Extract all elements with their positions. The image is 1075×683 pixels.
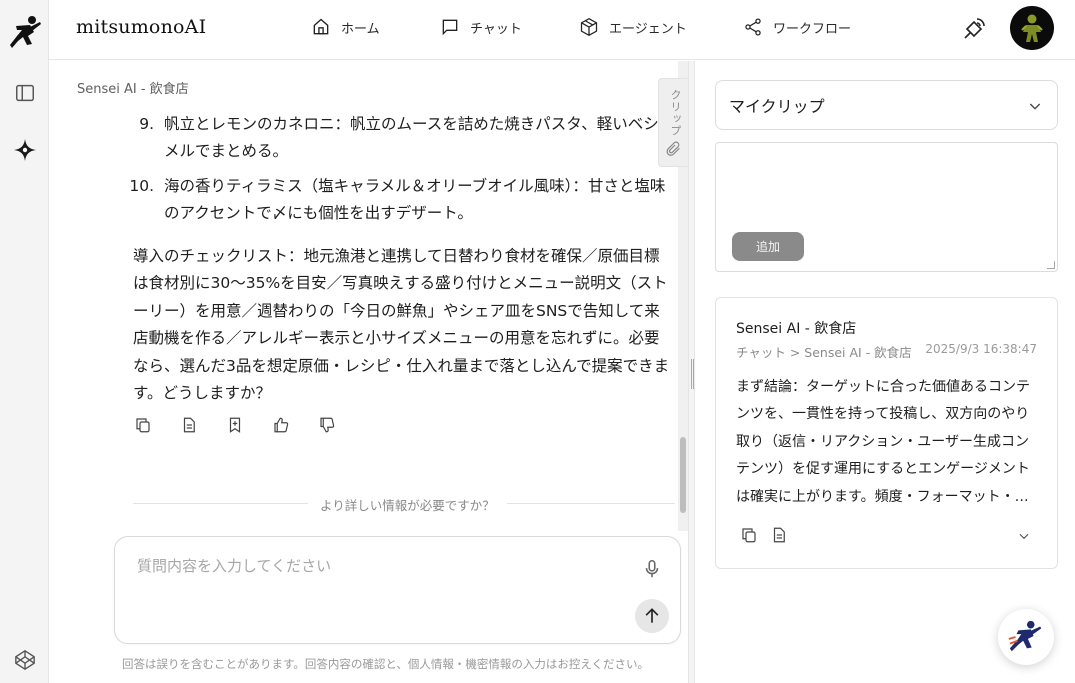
home-icon xyxy=(313,18,329,35)
nav-workflow[interactable]: ワークフロー xyxy=(743,17,851,37)
note-box: 追加 xyxy=(715,142,1058,272)
message-input-box xyxy=(114,536,681,644)
nav-workflow-label: ワークフロー xyxy=(773,21,852,37)
runner-logo-icon[interactable] xyxy=(8,14,42,52)
copy-icon[interactable] xyxy=(740,526,758,544)
clip-card-title: Sensei AI - 飲食店 xyxy=(736,321,857,337)
nav-chat-label: チャット xyxy=(470,21,522,37)
clip-select[interactable]: マイクリップ xyxy=(715,80,1058,130)
clip-panel: マイクリップ 追加 Sensei AI - 飲食店 チャット > Sensei … xyxy=(695,61,1075,683)
paperclip-icon xyxy=(666,141,682,157)
breadcrumb: Sensei AI - 飲食店 xyxy=(77,82,189,97)
left-rail xyxy=(0,0,49,683)
arrow-up-icon xyxy=(645,608,659,623)
chat-area: Sensei AI - 飲食店 9. 帆立とレモンのカネロニ：帆立のムースを詰め… xyxy=(50,61,688,683)
splitter-grip[interactable] xyxy=(691,359,692,389)
sidebar-toggle-icon[interactable] xyxy=(12,80,38,106)
thumbs-up-icon[interactable] xyxy=(272,416,290,434)
list-item: 10. 海の香りティラミス（塩キャラメル＆オリーブオイル風味）：甘さと塩味のアク… xyxy=(128,173,676,227)
add-button[interactable]: 追加 xyxy=(732,232,804,261)
clip-card: Sensei AI - 飲食店 チャット > Sensei AI - 飲食店 2… xyxy=(715,297,1058,569)
answer-list: 9. 帆立とレモンのカネロニ：帆立のムースを詰めた焼きパスタ、軽いベシャメルでま… xyxy=(128,111,676,235)
avatar[interactable] xyxy=(1010,6,1054,50)
nav-agent-label: エージェント xyxy=(609,21,687,37)
satellite-signal-icon[interactable] xyxy=(961,16,987,42)
share-nodes-icon xyxy=(745,18,761,36)
chevron-down-icon[interactable] xyxy=(1017,528,1031,542)
panel-splitter[interactable] xyxy=(688,61,695,683)
sparkle-icon[interactable] xyxy=(12,137,38,163)
chevron-down-icon xyxy=(1027,98,1043,114)
nav-chat[interactable]: チャット xyxy=(440,17,522,37)
top-header: mitsumonoAI ホーム チャット エージェント ワークフロー xyxy=(49,0,1075,60)
resize-handle[interactable] xyxy=(1047,261,1055,269)
nav-agent[interactable]: エージェント xyxy=(579,17,687,37)
list-number: 10. xyxy=(129,177,154,195)
scrollbar-thumb[interactable] xyxy=(680,437,686,513)
runner-mascot-icon xyxy=(1008,620,1042,652)
brand-name[interactable]: mitsumonoAI xyxy=(76,16,206,38)
copy-icon[interactable] xyxy=(134,416,152,434)
answer-actions xyxy=(134,416,336,434)
clip-tab-label: クリップ xyxy=(669,89,682,137)
list-number: 9. xyxy=(139,115,154,133)
disclaimer: 回答は誤りを含むことがあります。回答内容の確認と、個人情報・機密情報の入力はお控… xyxy=(122,657,650,671)
document-icon[interactable] xyxy=(180,416,198,434)
assistant-fab[interactable] xyxy=(998,609,1054,665)
chat-bubble-icon xyxy=(442,19,458,36)
clip-select-value: マイクリップ xyxy=(729,97,825,116)
clip-card-body: まず結論：ターゲットに合った価値あるコンテンツを、一貫性を持って投稿し、双方向の… xyxy=(736,379,1030,505)
cube-icon xyxy=(580,17,598,37)
document-icon[interactable] xyxy=(770,526,788,544)
list-text: 帆立とレモンのカネロニ：帆立のムースを詰めた焼きパスタ、軽いベシャメルでまとめる… xyxy=(164,115,675,160)
list-text: 海の香りティラミス（塩キャラメル＆オリーブオイル風味）：甘さと塩味のアクセントで… xyxy=(164,177,666,222)
microphone-icon[interactable] xyxy=(641,557,663,581)
answer-summary: 導入のチェックリスト：地元漁港と連携して日替わり食材を確保／原価目標は食材別に3… xyxy=(133,247,670,403)
thumbs-down-icon[interactable] xyxy=(318,416,336,434)
message-input[interactable] xyxy=(137,555,617,595)
bookmark-add-icon[interactable] xyxy=(226,416,244,434)
codepen-icon[interactable] xyxy=(12,647,38,673)
send-button[interactable] xyxy=(635,599,669,633)
clip-card-path: チャット > Sensei AI - 飲食店 xyxy=(736,345,912,360)
list-item: 9. 帆立とレモンのカネロニ：帆立のムースを詰めた焼きパスタ、軽いベシャメルでま… xyxy=(128,111,676,165)
note-input[interactable] xyxy=(726,151,1048,229)
clip-card-date: 2025/9/3 16:38:47 xyxy=(925,342,1037,356)
clip-tab[interactable]: クリップ xyxy=(658,78,688,167)
nav-home[interactable]: ホーム xyxy=(311,17,380,37)
nav-home-label: ホーム xyxy=(341,21,380,37)
more-info-prompt[interactable]: より詳しい情報が必要ですか？ xyxy=(308,495,507,514)
clip-card-actions xyxy=(740,526,788,544)
